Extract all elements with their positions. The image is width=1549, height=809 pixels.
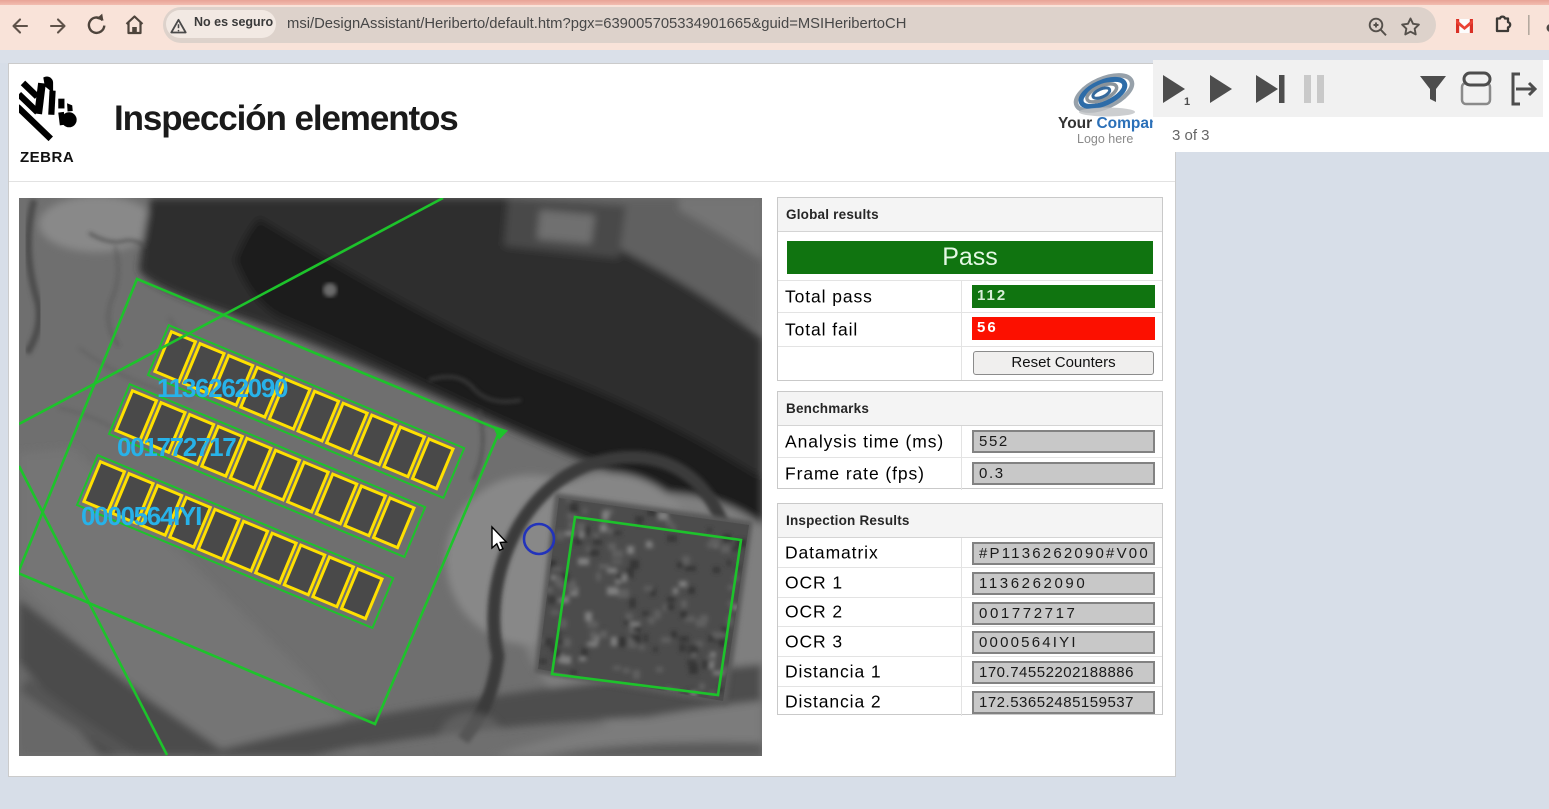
svg-text:Your Company: Your Company [1058,115,1155,132]
svg-text:Logo here: Logo here [1077,132,1133,146]
svg-text:1: 1 [1184,96,1190,108]
svg-text:1136262090: 1136262090 [157,373,288,403]
svg-text:0000564IYI: 0000564IYI [81,501,201,531]
svg-text:001772717: 001772717 [117,432,236,462]
